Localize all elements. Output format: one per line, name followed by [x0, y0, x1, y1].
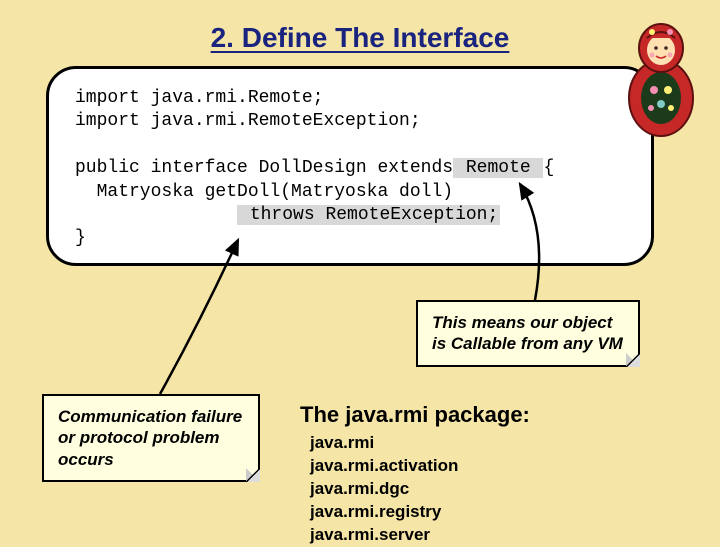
package-list: java.rmi java.rmi.activation java.rmi.dg… [300, 432, 680, 547]
code-line-3: public interface DollDesign extends Remo… [75, 157, 625, 180]
slide-title: 2. Define The Interface [0, 22, 720, 54]
code-line-1: import java.rmi.Remote; [75, 87, 625, 110]
code-blank [75, 134, 625, 157]
package-item: java.rmi.registry [310, 501, 680, 524]
note-callable: This means our object is Callable from a… [416, 300, 640, 367]
matryoshka-icon [624, 18, 698, 138]
code-block: import java.rmi.Remote; import java.rmi.… [46, 66, 654, 266]
highlight-remote: Remote [453, 158, 543, 178]
code-line-6: } [75, 227, 625, 250]
package-item: java.rmi [310, 432, 680, 455]
code-line-4: Matryoska getDoll(Matryoska doll) [75, 181, 625, 204]
code-line-5: throws RemoteException; [75, 204, 625, 227]
package-item: java.rmi.server [310, 524, 680, 547]
package-item: java.rmi.dgc [310, 478, 680, 501]
package-heading: The java.rmi package: [300, 402, 680, 428]
note-communication-failure: Communication failure or protocol proble… [42, 394, 260, 482]
package-item: java.rmi.activation [310, 455, 680, 478]
code-line-2: import java.rmi.RemoteException; [75, 110, 625, 133]
package-block: The java.rmi package: java.rmi java.rmi.… [300, 402, 680, 547]
highlight-throws: throws RemoteException; [237, 205, 500, 225]
